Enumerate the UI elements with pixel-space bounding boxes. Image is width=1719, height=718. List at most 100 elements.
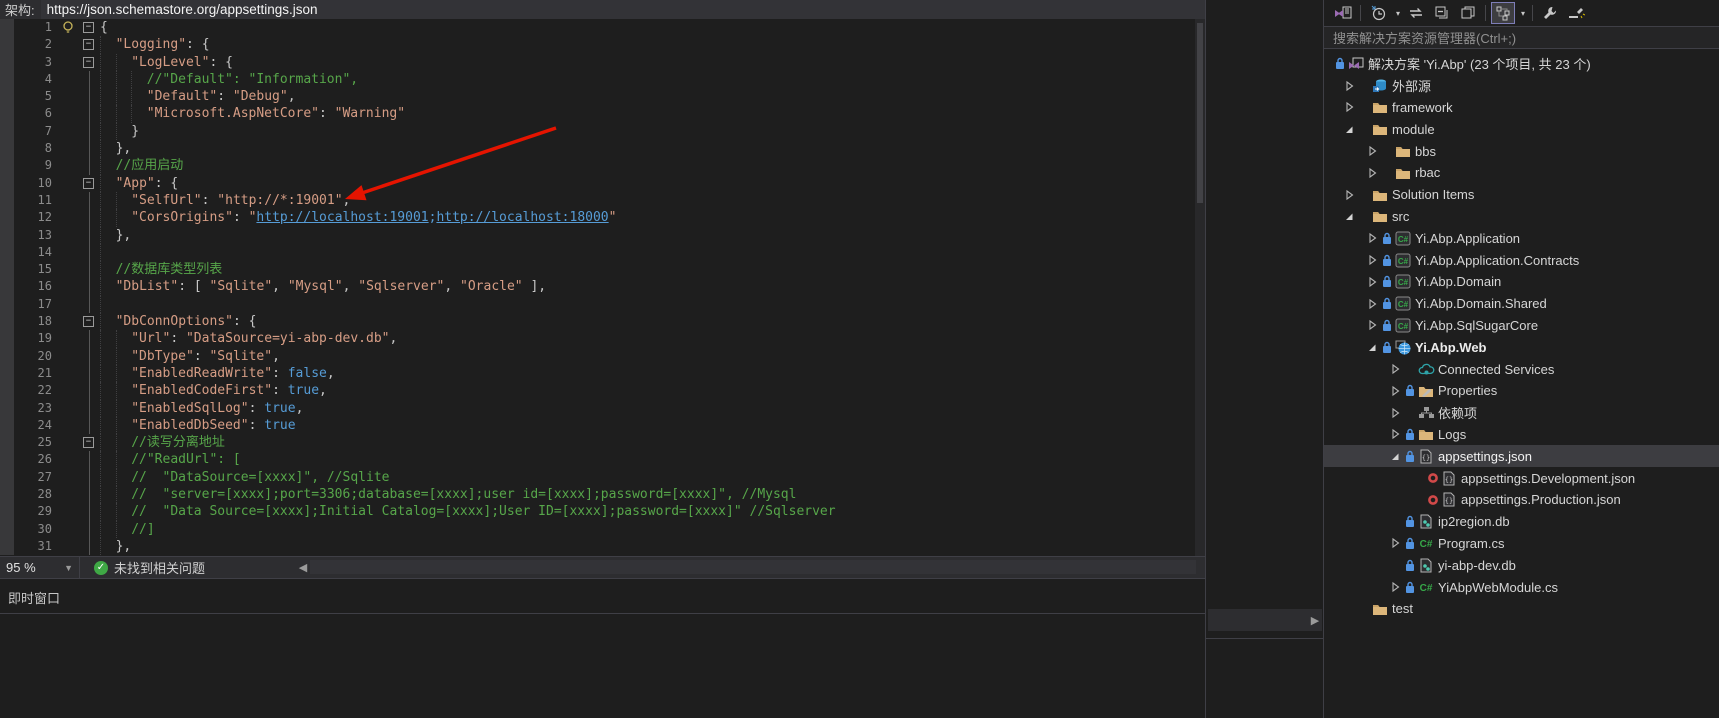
breakpoint-margin[interactable] — [0, 157, 14, 174]
outlining-margin[interactable] — [80, 382, 100, 399]
code-line-15[interactable]: 15//数据库类型列表 — [0, 261, 1205, 278]
expander-collapsed-icon[interactable] — [1364, 297, 1380, 311]
breakpoint-margin[interactable] — [0, 36, 14, 53]
scroll-right-icon[interactable]: ▶ — [1308, 614, 1322, 627]
breakpoint-margin[interactable] — [0, 278, 14, 295]
tree-item-connected-services[interactable]: Connected Services — [1324, 358, 1719, 380]
code-line-24[interactable]: 24"EnabledDbSeed": true — [0, 417, 1205, 434]
expander-collapsed-icon[interactable] — [1341, 79, 1357, 93]
outlining-margin[interactable] — [80, 469, 100, 486]
outlining-margin[interactable]: − — [80, 313, 100, 330]
breakpoint-margin[interactable] — [0, 227, 14, 244]
code-line-18[interactable]: 18−"DbConnOptions": { — [0, 313, 1205, 330]
expander-collapsed-icon[interactable] — [1387, 580, 1403, 594]
code-line-4[interactable]: 4//"Default": "Information", — [0, 71, 1205, 88]
collapse-region-icon[interactable]: − — [83, 437, 94, 448]
code-line-1[interactable]: 1−{ — [0, 19, 1205, 36]
expander-open-icon[interactable] — [1341, 209, 1357, 223]
properties-wrench-icon[interactable] — [1539, 3, 1561, 23]
code-line-3[interactable]: 3−"LogLevel": { — [0, 54, 1205, 71]
breakpoint-margin[interactable] — [0, 330, 14, 347]
outlining-margin[interactable] — [80, 296, 100, 313]
code-line-31[interactable]: 31}, — [0, 538, 1205, 555]
pending-changes-filter-icon[interactable] — [1367, 3, 1389, 23]
code-line-5[interactable]: 5"Default": "Debug", — [0, 88, 1205, 105]
breakpoint-margin[interactable] — [0, 175, 14, 192]
tree-item-yi-abp-dev-db[interactable]: yi-abp-dev.db — [1324, 554, 1719, 576]
collapse-region-icon[interactable]: − — [83, 316, 94, 327]
tree-item-yi-abp-application[interactable]: C#Yi.Abp.Application — [1324, 227, 1719, 249]
outlining-margin[interactable] — [80, 209, 100, 226]
outlining-margin[interactable] — [80, 400, 100, 417]
breakpoint-margin[interactable] — [0, 209, 14, 226]
breakpoint-margin[interactable] — [0, 140, 14, 157]
collapse-region-icon[interactable]: − — [83, 57, 94, 68]
zoom-level-dropdown[interactable]: 95 % ▼ — [0, 557, 80, 579]
tree-item-appsettings-json[interactable]: {}appsettings.json — [1324, 445, 1719, 467]
outlining-margin[interactable]: − — [80, 36, 100, 53]
breakpoint-margin[interactable] — [0, 19, 14, 36]
code-line-23[interactable]: 23"EnabledSqlLog": true, — [0, 400, 1205, 417]
outlining-margin[interactable] — [80, 451, 100, 468]
sync-with-active-document-icon[interactable] — [1405, 3, 1427, 23]
scrollbar-track[interactable] — [310, 560, 1196, 574]
collapse-region-icon[interactable]: − — [83, 39, 94, 50]
expander-open-icon[interactable] — [1387, 449, 1403, 463]
code-line-27[interactable]: 27// "DataSource=[xxxx]", //Sqlite — [0, 469, 1205, 486]
collapse-region-icon[interactable]: − — [83, 22, 94, 33]
scroll-left-icon[interactable]: ◀ — [296, 561, 310, 574]
outlining-margin[interactable] — [80, 105, 100, 122]
outlining-margin[interactable] — [80, 348, 100, 365]
tree-item-rbac[interactable]: rbac — [1324, 162, 1719, 184]
code-line-20[interactable]: 20"DbType": "Sqlite", — [0, 348, 1205, 365]
breakpoint-margin[interactable] — [0, 486, 14, 503]
scrollbar-thumb[interactable] — [1197, 23, 1203, 203]
breakpoint-margin[interactable] — [0, 123, 14, 140]
tree-item-src[interactable]: src — [1324, 206, 1719, 228]
tree-item-yi-abp-sqlsugarcore[interactable]: C#Yi.Abp.SqlSugarCore — [1324, 315, 1719, 337]
outlining-margin[interactable] — [80, 244, 100, 261]
breakpoint-margin[interactable] — [0, 417, 14, 434]
code-line-6[interactable]: 6"Microsoft.AspNetCore": "Warning" — [0, 105, 1205, 122]
code-editor[interactable]: 1−{2−"Logging": {3−"LogLevel": {4//"Defa… — [0, 19, 1205, 556]
collapse-all-icon[interactable] — [1431, 3, 1453, 23]
outlining-margin[interactable] — [80, 261, 100, 278]
expander-collapsed-icon[interactable] — [1387, 427, 1403, 441]
outlining-margin[interactable] — [80, 521, 100, 538]
editor-horizontal-scrollbar[interactable]: ◀ — [296, 557, 1196, 577]
code-line-14[interactable]: 14 — [0, 244, 1205, 261]
editor-vertical-scrollbar[interactable] — [1195, 19, 1205, 556]
code-line-12[interactable]: 12"CorsOrigins": "http://localhost:19001… — [0, 209, 1205, 226]
tree-item-yi-abp-domain[interactable]: C#Yi.Abp.Domain — [1324, 271, 1719, 293]
solution-explorer-search-input[interactable]: 搜索解决方案资源管理器(Ctrl+;) — [1324, 26, 1719, 49]
breakpoint-margin[interactable] — [0, 400, 14, 417]
tree-item-appsettings-production-json[interactable]: {}appsettings.Production.json — [1324, 489, 1719, 511]
code-line-28[interactable]: 28// "server=[xxxx];port=3306;database=[… — [0, 486, 1205, 503]
breakpoint-margin[interactable] — [0, 88, 14, 105]
breakpoint-margin[interactable] — [0, 521, 14, 538]
tree-item-yi-abp-domain-shared[interactable]: C#Yi.Abp.Domain.Shared — [1324, 293, 1719, 315]
properties-pages-icon[interactable] — [1457, 3, 1479, 23]
chevron-down-icon[interactable]: ▾ — [1393, 9, 1403, 18]
collapse-region-icon[interactable]: − — [83, 178, 94, 189]
tree-item-外部源[interactable]: 外部源 — [1324, 75, 1719, 97]
breakpoint-margin[interactable] — [0, 261, 14, 278]
breakpoint-margin[interactable] — [0, 296, 14, 313]
code-line-22[interactable]: 22"EnabledCodeFirst": true, — [0, 382, 1205, 399]
tree-item-program-cs[interactable]: C#Program.cs — [1324, 533, 1719, 555]
breakpoint-margin[interactable] — [0, 54, 14, 71]
outlining-margin[interactable] — [80, 486, 100, 503]
outlining-margin[interactable] — [80, 417, 100, 434]
tree-item-module[interactable]: module — [1324, 118, 1719, 140]
breakpoint-margin[interactable] — [0, 503, 14, 520]
code-line-7[interactable]: 7} — [0, 123, 1205, 140]
tree-item-ip2region-db[interactable]: ip2region.db — [1324, 511, 1719, 533]
expander-collapsed-icon[interactable] — [1364, 166, 1380, 180]
outlining-margin[interactable] — [80, 538, 100, 555]
expander-collapsed-icon[interactable] — [1364, 318, 1380, 332]
expander-open-icon[interactable] — [1364, 340, 1380, 354]
outlining-margin[interactable] — [80, 140, 100, 157]
expander-collapsed-icon[interactable] — [1341, 188, 1357, 202]
breakpoint-margin[interactable] — [0, 244, 14, 261]
show-all-files-icon[interactable] — [1492, 3, 1514, 23]
